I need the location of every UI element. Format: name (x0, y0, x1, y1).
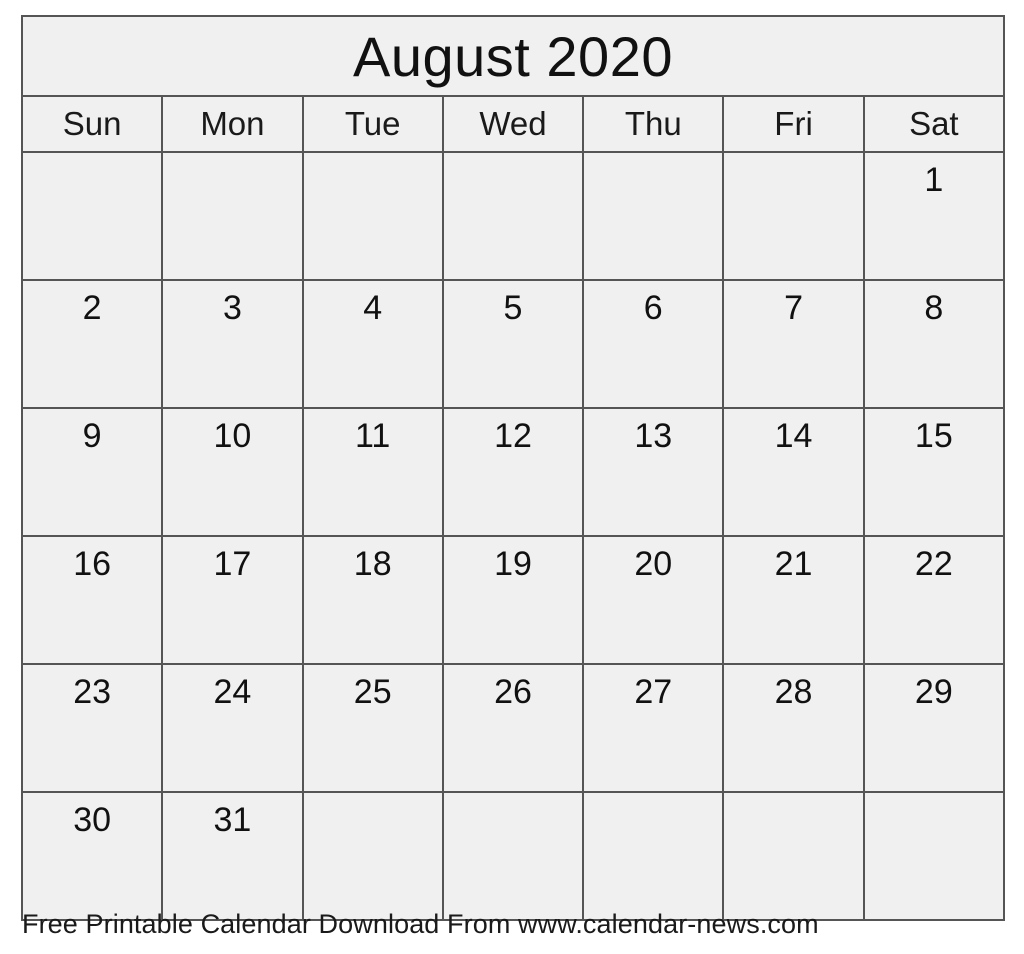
day-number: 27 (634, 673, 673, 711)
day-cell[interactable]: 28 (722, 663, 865, 793)
day-cell[interactable]: 27 (582, 663, 725, 793)
day-cell[interactable]: 25 (301, 663, 444, 793)
day-number: 22 (914, 545, 953, 583)
day-cell[interactable]: 18 (301, 535, 444, 665)
day-cell[interactable] (161, 151, 304, 281)
day-number: 28 (774, 673, 813, 711)
day-cell[interactable]: 7 (722, 279, 865, 409)
day-number: 3 (222, 289, 242, 327)
day-cell[interactable] (582, 791, 725, 921)
day-number: 16 (73, 545, 112, 583)
day-number: 15 (914, 417, 953, 455)
day-cell[interactable] (722, 151, 865, 281)
day-cell[interactable]: 29 (862, 663, 1006, 793)
day-number: 25 (353, 673, 392, 711)
day-cell[interactable]: 13 (582, 407, 725, 537)
weekday-header-wed: Wed (441, 95, 585, 153)
day-number: 4 (363, 289, 383, 327)
footer-attribution: Free Printable Calendar Download From ww… (22, 909, 819, 939)
day-cell[interactable] (441, 151, 585, 281)
day-number: 9 (82, 417, 102, 455)
day-cell[interactable] (20, 151, 164, 281)
day-cell[interactable]: 14 (722, 407, 865, 537)
day-number: 20 (634, 545, 673, 583)
calendar-week-row: 2 3 4 5 6 7 8 (20, 279, 1006, 409)
day-cell[interactable]: 31 (161, 791, 304, 921)
day-number: 31 (213, 801, 252, 839)
weekday-header-mon: Mon (161, 95, 304, 153)
day-number: 29 (914, 673, 953, 711)
calendar-container: August 2020 Sun Mon Tue Wed Thu Fri Sat (20, 15, 1006, 921)
day-cell[interactable] (722, 791, 865, 921)
calendar-title-row: August 2020 (21, 15, 1005, 97)
weekday-header-sat: Sat (862, 95, 1006, 153)
day-cell[interactable]: 9 (20, 407, 164, 537)
calendar-week-row: 1 (20, 151, 1006, 281)
day-number: 26 (494, 673, 532, 711)
day-cell[interactable]: 11 (301, 407, 444, 537)
weekday-header-row: Sun Mon Tue Wed Thu Fri Sat (20, 95, 1006, 153)
day-cell[interactable]: 15 (862, 407, 1006, 537)
day-cell[interactable]: 20 (582, 535, 725, 665)
weekday-header-fri: Fri (722, 95, 865, 153)
day-cell[interactable]: 10 (161, 407, 304, 537)
day-number: 17 (213, 545, 252, 583)
day-cell[interactable]: 23 (20, 663, 164, 793)
day-number: 14 (774, 417, 813, 455)
weekday-header-tue: Tue (301, 95, 444, 153)
day-cell[interactable] (862, 791, 1006, 921)
day-number: 18 (353, 545, 392, 583)
day-cell[interactable]: 12 (441, 407, 585, 537)
calendar-page: August 2020 Sun Mon Tue Wed Thu Fri Sat (0, 0, 1024, 954)
day-cell[interactable] (301, 791, 444, 921)
day-cell[interactable]: 21 (722, 535, 865, 665)
day-number: 19 (494, 545, 532, 583)
calendar-week-row: 16 17 18 19 20 21 22 (20, 535, 1006, 665)
day-cell[interactable]: 8 (862, 279, 1006, 409)
day-cell[interactable] (301, 151, 444, 281)
day-number: 23 (73, 673, 112, 711)
day-cell[interactable]: 19 (441, 535, 585, 665)
calendar-title: August 2020 (21, 15, 1005, 97)
day-number: 10 (213, 417, 252, 455)
day-cell[interactable]: 22 (862, 535, 1006, 665)
day-cell[interactable]: 17 (161, 535, 304, 665)
day-cell[interactable]: 1 (862, 151, 1006, 281)
day-cell[interactable]: 5 (441, 279, 585, 409)
calendar-week-row: 23 24 25 26 27 28 29 (20, 663, 1006, 793)
day-number: 1 (924, 161, 944, 199)
day-number: 24 (213, 673, 252, 711)
day-cell[interactable]: 16 (20, 535, 164, 665)
day-number: 7 (784, 289, 803, 327)
calendar-week-row: 30 31 (20, 791, 1006, 921)
day-number: 6 (643, 289, 663, 327)
day-cell[interactable]: 30 (20, 791, 164, 921)
calendar-week-row: 9 10 11 12 13 14 15 (20, 407, 1006, 537)
day-number: 12 (494, 417, 532, 455)
day-number: 11 (355, 417, 391, 455)
weekday-header-sun: Sun (20, 95, 164, 153)
day-cell[interactable]: 24 (161, 663, 304, 793)
day-number: 2 (82, 289, 102, 327)
day-cell[interactable]: 2 (20, 279, 164, 409)
day-number: 5 (503, 289, 523, 327)
day-cell[interactable]: 6 (582, 279, 725, 409)
day-cell[interactable]: 4 (301, 279, 444, 409)
day-number: 13 (634, 417, 673, 455)
day-cell[interactable]: 26 (441, 663, 585, 793)
calendar-table: August 2020 Sun Mon Tue Wed Thu Fri Sat (20, 15, 1006, 921)
weekday-header-thu: Thu (582, 95, 725, 153)
day-number: 8 (924, 289, 944, 327)
day-number: 21 (774, 545, 813, 583)
day-number: 30 (73, 801, 112, 839)
day-cell[interactable] (441, 791, 585, 921)
day-cell[interactable]: 3 (161, 279, 304, 409)
day-cell[interactable] (582, 151, 725, 281)
